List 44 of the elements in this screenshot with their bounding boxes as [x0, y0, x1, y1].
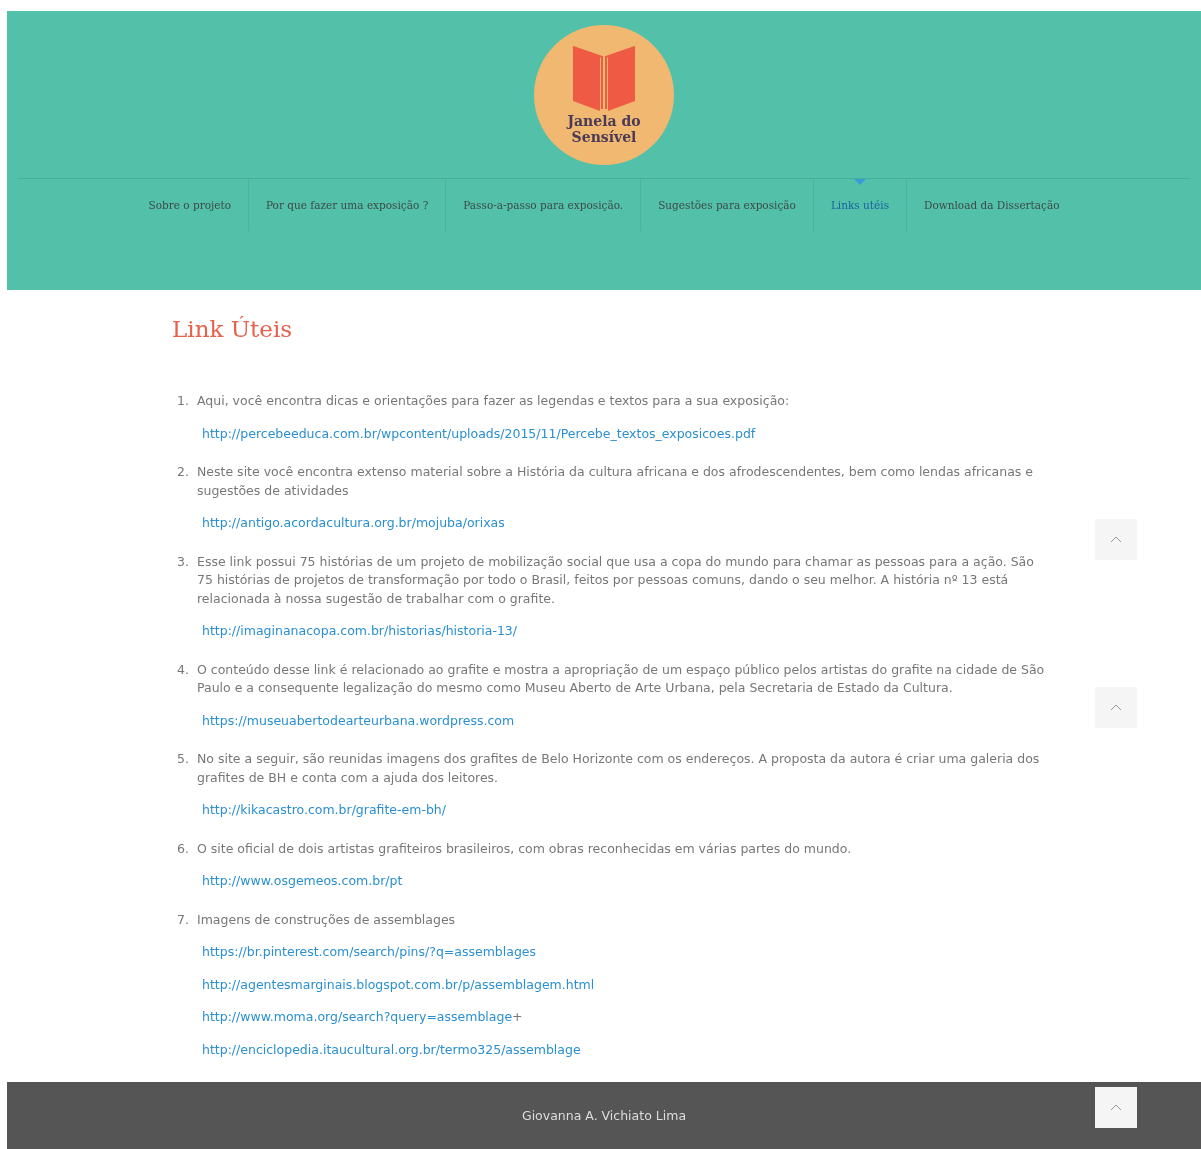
nav-link[interactable]: Passo-a-passo para exposição.: [446, 179, 642, 231]
link[interactable]: http://www.moma.org/search?query=assemblage: [202, 1008, 513, 1027]
back-to-top-button[interactable]: [1095, 519, 1137, 560]
paragraph: Aqui, você encontra dicas e orientações para fazer as legendas e textos para a sua exposição:: [197, 392, 791, 410]
list-number: 2.: [176, 463, 189, 481]
logo[interactable]: Janela do Sensível: [534, 25, 674, 165]
nav-link[interactable]: Sugestões para exposição: [641, 179, 814, 231]
chevron-up-icon: [1110, 704, 1122, 711]
list-number: 7.: [176, 910, 189, 929]
back-to-top-button[interactable]: [1095, 687, 1137, 728]
chevron-up-icon: [1110, 536, 1122, 543]
paragraph: O conteúdo desse link é relacionado ao grafite e mostra a apropriação de um espaço público pelos artistas do grafite na cidade de São Paulo e a consequente legalização do mesmo como Museu Aberto de Arte Urbana, pela Secretaria de Estado da Cultura.: [197, 660, 1046, 697]
paragraph: O site oficial de dois artistas grafiteiros brasileiros, com obras reconhecidas em várias partes do mundo.: [197, 839, 853, 858]
link[interactable]: http://percebeeduca.com.br/wpcontent/uploads/2015/11/Percebe_textos_exposicoes.pdf: [202, 424, 1052, 443]
link[interactable]: http://www.osgemeos.com.br/pt: [202, 872, 1052, 891]
link[interactable]: http://antigo.acordacultura.org.br/mojuba/orixas: [202, 514, 1052, 533]
logo-text: Janela do: [567, 113, 641, 129]
paragraph: Esse link possui 75 histórias de um projeto de mobilização social que usa a copa do mundo para chamar as pessoas para a ação. São 75 histórias de projetos de transformação por todo o Brasil, feitos por pessoas comuns, dando o seu melhor. A história nº 13 está relacionada à nossa sugestão de trabalhar com o grafite.: [197, 552, 1035, 608]
list-number: 4.: [176, 660, 189, 679]
page-title: Link Úteis: [172, 316, 294, 342]
nav-link[interactable]: Sobre o projeto: [131, 179, 249, 231]
list-number: 3.: [176, 552, 189, 571]
link[interactable]: http://enciclopedia.itaucultural.org.br/termo325/assemblage: [202, 1040, 1052, 1059]
link[interactable]: https://br.pinterest.com/search/pins/?q=assemblages: [202, 943, 1052, 962]
list-number: 5.: [176, 750, 189, 768]
nav-link[interactable]: Links utéis: [813, 179, 907, 231]
link[interactable]: http://agentesmarginais.blogspot.com.br/p/assemblagem.html: [202, 975, 1052, 994]
list-number: 6.: [176, 839, 189, 858]
logo-text: Sensível: [571, 129, 637, 145]
paragraph: Neste site você encontra extenso material sobre a História da cultura africana e dos afrodescendentes, bem como lendas africanas e sugestões de atividades: [197, 463, 1035, 500]
footer-credit: Giovanna A. Vichiato Lima: [521, 1108, 687, 1123]
link[interactable]: https://museuabertodearteurbana.wordpress.com: [202, 711, 1052, 730]
paragraph: No site a seguir, são reunidas imagens dos grafites de Belo Horizonte com os endereços. A proposta da autora é criar uma galeria dos grafites de BH e conta com a ajuda dos leitores.: [197, 750, 1041, 787]
link[interactable]: http://imaginanacopa.com.br/historias/historia-13/: [202, 622, 1052, 641]
nav-link[interactable]: Por que fazer uma exposição ?: [249, 179, 447, 231]
open-book-icon: [570, 45, 638, 113]
chevron-up-icon: [1110, 1104, 1122, 1111]
active-indicator-icon: [853, 179, 866, 185]
link[interactable]: http://kikacastro.com.br/grafite-em-bh/: [202, 801, 1052, 820]
back-to-top-button[interactable]: [1095, 1087, 1137, 1128]
nav-link[interactable]: Download da Dissertação: [907, 179, 1077, 231]
paragraph: Imagens de construções de assemblages: [197, 910, 457, 929]
trailing-text: +: [512, 1008, 523, 1026]
list-number: 1.: [176, 392, 189, 410]
